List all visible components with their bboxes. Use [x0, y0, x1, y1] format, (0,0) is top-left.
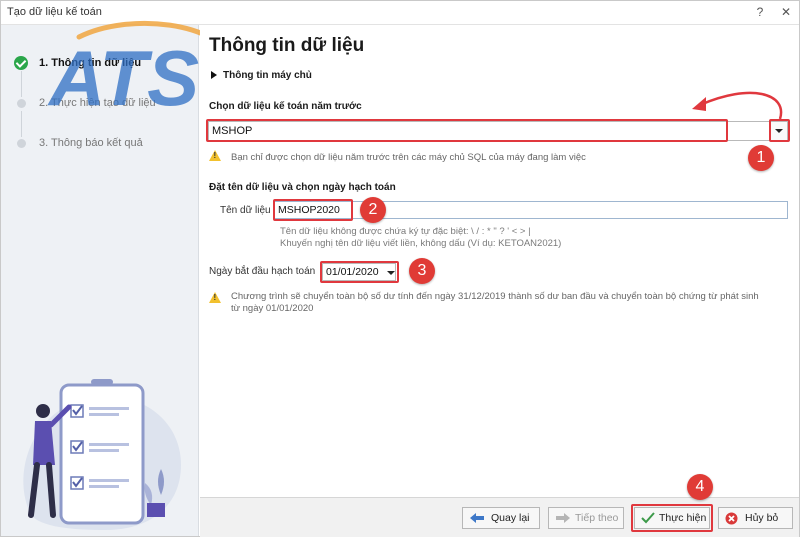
step-connector	[21, 71, 22, 97]
wizard-step-label: 1. Thông tin dữ liệu	[39, 57, 142, 69]
help-icon[interactable]: ?	[753, 5, 767, 21]
warning-icon	[209, 292, 221, 303]
annotation-badge-4: 4	[687, 474, 713, 500]
checklist-illustration	[23, 379, 181, 530]
page-title: Thông tin dữ liệu	[209, 35, 365, 56]
annotation-badge-3: 3	[409, 258, 435, 284]
check-circle-icon	[14, 56, 28, 70]
wizard-step-2: 2. Thực hiện tạo dữ liệu	[1, 96, 198, 112]
title-bar: Tạo dữ liệu kế toán ? ✕	[1, 1, 799, 25]
annotation-badge-2: 2	[360, 197, 386, 223]
start-date-label: Ngày bắt đầu hạch toán	[209, 266, 316, 277]
back-button-label: Quay lại	[491, 512, 530, 524]
server-info-label: Thông tin máy chủ	[223, 70, 312, 81]
annotation-badge-1: 1	[748, 145, 774, 171]
server-info-expander[interactable]: Thông tin máy chủ	[211, 70, 312, 81]
name-section-label: Đặt tên dữ liệu và chọn ngày hạch toán	[209, 182, 396, 193]
arrow-right-icon	[556, 513, 570, 523]
highlight-box-start-date	[320, 261, 399, 283]
next-button[interactable]: Tiếp theo	[548, 507, 624, 529]
wizard-steps-panel: 1. Thông tin dữ liệu 2. Thực hiện tạo dữ…	[1, 25, 199, 536]
highlight-box-execute	[631, 504, 713, 532]
prev-data-warning: Bạn chỉ được chọn dữ liệu năm trước trên…	[231, 152, 586, 163]
step-dot-icon	[17, 139, 26, 148]
cancel-button-label: Hủy bỏ	[745, 512, 779, 524]
annotation-arrow	[692, 91, 783, 120]
back-button[interactable]: Quay lại	[462, 507, 540, 529]
data-name-hint-2: Khuyến nghị tên dữ liệu viết liền, không…	[280, 238, 562, 249]
footer-bar: Quay lại Tiếp theo Thực hiện 4 Hủy bỏ	[200, 474, 799, 537]
cancel-button[interactable]: Hủy bỏ	[718, 507, 793, 529]
wizard-step-3: 3. Thông báo kết quả	[1, 136, 198, 152]
cancel-icon	[725, 512, 738, 525]
close-icon[interactable]: ✕	[779, 5, 793, 21]
data-name-hint-1: Tên dữ liệu không được chứa ký tự đặc bi…	[280, 226, 531, 237]
highlight-box-data-name	[273, 199, 353, 221]
arrow-left-icon	[470, 513, 484, 523]
create-data-dialog: Tạo dữ liệu kế toán ? ✕ 1. Thông tin dữ …	[0, 0, 800, 537]
step-dot-icon	[17, 99, 26, 108]
wizard-step-label: 3. Thông báo kết quả	[39, 137, 143, 149]
window-title: Tạo dữ liệu kế toán	[7, 6, 102, 18]
expand-triangle-icon	[211, 71, 217, 80]
wizard-step-1: 1. Thông tin dữ liệu	[1, 56, 198, 72]
next-button-label: Tiếp theo	[575, 512, 619, 524]
transfer-warning-2: từ ngày 01/01/2020	[231, 303, 314, 314]
main-content: Thông tin dữ liệu Thông tin máy chủ Chọn…	[200, 25, 799, 497]
prev-data-label: Chọn dữ liệu kế toán năm trước	[209, 101, 362, 112]
warning-icon	[209, 150, 221, 161]
transfer-warning-1: Chương trình sẽ chuyển toàn bộ số dư tín…	[231, 291, 759, 302]
step-connector	[21, 111, 22, 137]
highlight-box-prev-data	[206, 119, 728, 142]
data-name-label: Tên dữ liệu *	[220, 205, 278, 216]
wizard-step-label: 2. Thực hiện tạo dữ liệu	[39, 97, 156, 109]
